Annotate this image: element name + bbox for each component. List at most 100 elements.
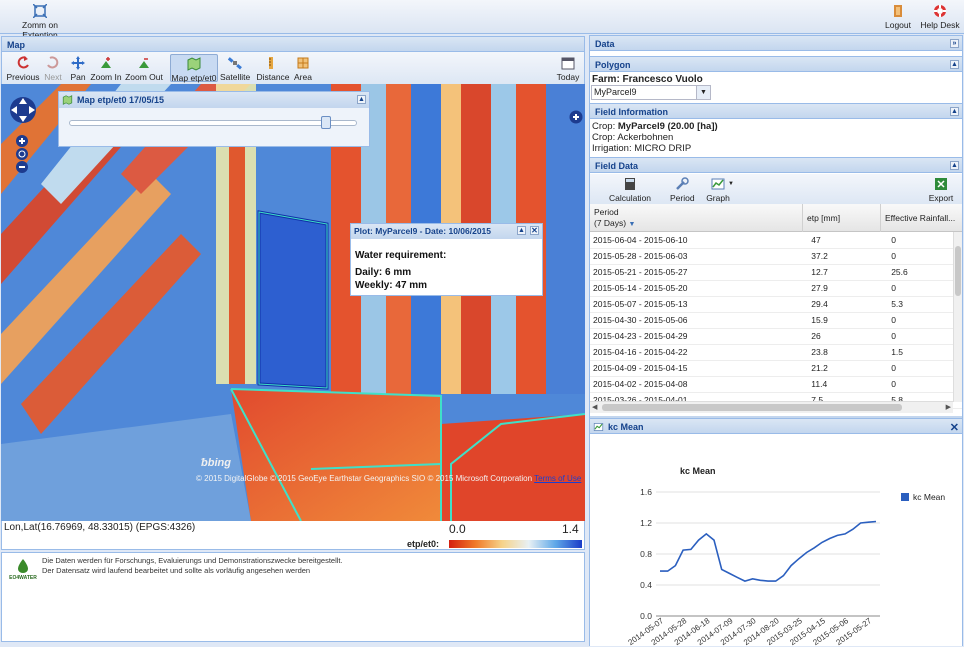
field-data-grid: Period (7 Days) ▼ etp [mm] Effective Rai… — [590, 204, 962, 414]
logout-button[interactable]: Logout — [882, 4, 914, 30]
map-etp-button[interactable]: Map etp/et0 — [170, 54, 218, 83]
legend-min: 0.0 — [449, 522, 466, 536]
data-panel-header: Data » — [589, 35, 963, 51]
field-data-header: Field Data ▲ — [589, 157, 963, 173]
close-chart-icon[interactable]: ✕ — [950, 420, 959, 436]
calculator-icon — [625, 178, 635, 190]
period-cell: 2015-04-30 - 2015-05-06 — [590, 312, 809, 329]
rainfall-cell: 5.3 — [888, 296, 962, 313]
crop-prefix: Crop: — [592, 121, 618, 132]
satellite-icon — [228, 57, 242, 70]
plus-icon — [569, 110, 583, 124]
table-row[interactable]: 2015-04-23 - 2015-04-29 26 0 — [590, 328, 962, 345]
collapse-polygon-button[interactable]: ▲ — [950, 60, 959, 69]
y-tick-label: 0.8 — [640, 549, 652, 559]
table-row[interactable]: 2015-04-02 - 2015-04-08 11.4 0 — [590, 376, 962, 393]
satellite-label: Satellite — [220, 72, 251, 82]
disclaimer-text: Die Daten werden für Forschungs, Evaluie… — [42, 556, 343, 576]
table-row[interactable]: 2015-04-09 - 2015-04-15 21.2 0 — [590, 360, 962, 377]
distance-label: Distance — [256, 72, 290, 82]
table-row[interactable]: 2015-04-16 - 2015-04-22 23.8 1.5 — [590, 344, 962, 361]
next-button[interactable]: Next — [42, 56, 64, 82]
terms-of-use-link[interactable]: Terms of Use — [534, 474, 581, 483]
previous-button[interactable]: Previous — [6, 56, 40, 82]
map-slider-window-title: Map etp/et0 17/05/15 — [77, 95, 165, 105]
area-button[interactable]: Area — [292, 56, 314, 82]
legend-label: etp/et0: — [407, 539, 440, 549]
area-label: Area — [294, 72, 312, 82]
rainfall-cell: 25.6 — [888, 264, 962, 281]
date-slider-thumb[interactable] — [321, 116, 331, 129]
rainfall-cell: 0 — [888, 232, 962, 249]
chart-legend: kc Mean — [901, 492, 945, 502]
table-row[interactable]: 2015-05-14 - 2015-05-20 27.9 0 — [590, 280, 962, 297]
zoom-control-icon — [16, 135, 28, 173]
satellite-button[interactable]: Satellite — [220, 56, 250, 82]
kc-mean-panel: kc Mean ✕ kc Mean 0.0 0.4 0.8 1.2 1.6 2014-0… — [589, 416, 963, 646]
parcel-select[interactable]: MyParcel9 ▼ — [591, 85, 711, 100]
rainfall-column-header[interactable]: Effective Rainfall... — [881, 204, 956, 232]
helpdesk-button[interactable]: Help Desk — [918, 4, 962, 30]
period-column-header[interactable]: Period (7 Days) ▼ — [590, 204, 803, 232]
plot-popup-title: Plot: MyParcel9 - Date: 10/06/2015 — [354, 226, 492, 236]
grid-scroll-thumb[interactable] — [955, 246, 961, 296]
collapse-popup-button[interactable]: ▲ — [517, 226, 526, 235]
grid-vertical-scrollbar[interactable] — [953, 232, 962, 402]
table-row[interactable]: 2015-04-30 - 2015-05-06 15.9 0 — [590, 312, 962, 329]
period-header-subtext: (7 Days) — [594, 218, 627, 228]
pan-control[interactable] — [9, 96, 37, 124]
period-button[interactable]: Period — [670, 177, 695, 203]
zoom-out-button[interactable]: Zoom Out — [124, 56, 164, 82]
etp-column-header[interactable]: etp [mm] — [803, 204, 881, 232]
parcel-select-value: MyParcel9 — [594, 87, 637, 97]
field-data-title: Field Data — [595, 161, 639, 171]
y-tick-label: 1.6 — [640, 487, 652, 497]
collapse-data-panel-button[interactable]: » — [950, 39, 959, 48]
etp-cell: 12.7 — [808, 264, 889, 281]
collapse-field-info-button[interactable]: ▲ — [950, 107, 959, 116]
data-panel-title: Data — [595, 39, 615, 49]
table-row[interactable]: 2015-06-04 - 2015-06-10 47 0 — [590, 232, 962, 249]
distance-button[interactable]: Distance — [256, 56, 290, 82]
table-row[interactable]: 2015-05-21 - 2015-05-27 12.7 25.6 — [590, 264, 962, 281]
collapse-field-data-button[interactable]: ▲ — [950, 161, 959, 170]
period-cell: 2015-05-28 - 2015-06-03 — [590, 248, 809, 265]
helpdesk-label: Help Desk — [920, 20, 960, 30]
map-etp-label: Map etp/et0 — [171, 73, 217, 83]
grid-hscroll-thumb[interactable] — [602, 404, 902, 411]
y-tick-label: 1.2 — [640, 518, 652, 528]
rainfall-cell: 0 — [888, 376, 962, 393]
graph-button[interactable]: Graph ▼ — [702, 177, 734, 203]
etp-cell: 47 — [808, 232, 889, 249]
kc-mean-panel-title: kc Mean — [608, 422, 644, 432]
rainfall-cell: 0 — [888, 360, 962, 377]
zoom-out-icon — [139, 58, 149, 68]
grid-horizontal-scrollbar[interactable]: ◀ ▶ — [590, 401, 953, 413]
eo4water-logo: EO4WATER — [8, 559, 38, 581]
layer-switcher-button[interactable] — [569, 110, 583, 124]
zoom-extent-button[interactable]: Zomm on Extention — [4, 4, 76, 40]
close-popup-icon[interactable]: ✕ — [530, 226, 539, 235]
grid-body: 2015-06-04 - 2015-06-10 47 0 2015-05-28 - 2… — [590, 232, 962, 409]
logout-label: Logout — [885, 20, 911, 30]
field-info-title: Field Information — [595, 107, 668, 117]
etp-cell: 27.9 — [808, 280, 889, 297]
today-button[interactable]: Today — [554, 56, 582, 82]
map-panel-header: Map — [1, 36, 585, 52]
table-row[interactable]: 2015-05-28 - 2015-06-03 37.2 0 — [590, 248, 962, 265]
map-canvas[interactable]: Map etp/et0 17/05/15 ▲ Plot: MyParcel9 -… — [1, 84, 585, 521]
date-slider-track[interactable] — [69, 120, 357, 126]
zoom-control[interactable] — [15, 134, 29, 174]
pan-button[interactable]: Pan — [68, 56, 88, 82]
chevron-down-icon[interactable]: ▼ — [696, 86, 710, 99]
etp-raster-map — [1, 84, 585, 521]
graph-icon — [593, 423, 604, 431]
zoom-in-button[interactable]: Zoom In — [90, 56, 122, 82]
scroll-right-icon[interactable]: ▶ — [946, 403, 951, 411]
collapse-window-button[interactable]: ▲ — [357, 95, 366, 104]
scroll-left-icon[interactable]: ◀ — [592, 403, 597, 411]
kc-mean-header: kc Mean ✕ — [589, 418, 963, 434]
coordinates-readout: Lon,Lat(16.76969, 48.33015) (EPGS:4326) — [4, 522, 196, 533]
legend-label: kc Mean — [913, 492, 945, 502]
table-row[interactable]: 2015-05-07 - 2015-05-13 29.4 5.3 — [590, 296, 962, 313]
